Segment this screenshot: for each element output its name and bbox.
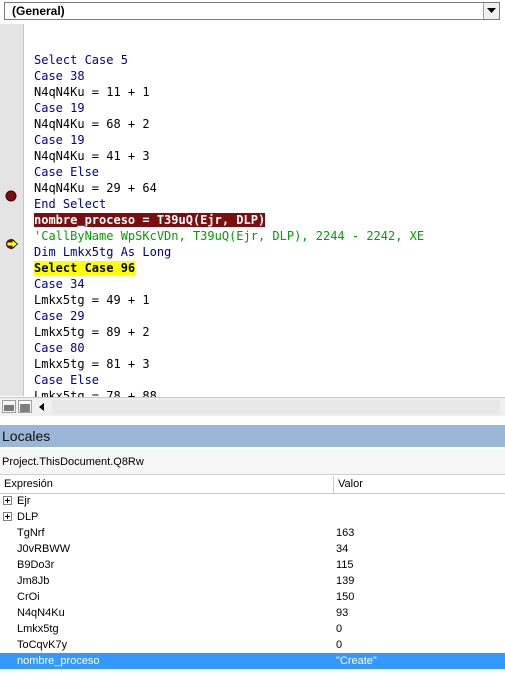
code-line[interactable]: N4qN4Ku = 41 + 3 xyxy=(34,148,150,164)
code-line-text: Lmkx5tg = 49 + 1 xyxy=(34,293,150,307)
code-line-text: Case 38 xyxy=(34,69,85,83)
horizontal-scrollbar[interactable] xyxy=(52,400,500,414)
locals-row[interactable]: nombre_proceso "Create" xyxy=(0,653,505,669)
code-line-text: Case 34 xyxy=(34,277,85,291)
code-line[interactable]: Select Case 96 xyxy=(34,260,136,276)
code-line[interactable]: Lmkx5tg = 81 + 3 xyxy=(34,356,150,372)
locals-row-value: 139 xyxy=(336,575,355,587)
code-line-text: Select Case 5 xyxy=(34,53,128,67)
code-line-text: N4qN4Ku = 41 + 3 xyxy=(34,149,150,163)
code-line[interactable]: Case 34 xyxy=(34,276,85,292)
locals-row-value: 0 xyxy=(336,639,343,651)
locals-header: Expresión Valor xyxy=(0,476,505,494)
locals-row[interactable]: CrOi 150 xyxy=(0,589,505,605)
locals-row-value: "Create" xyxy=(336,655,377,667)
code-line[interactable]: Case 19 xyxy=(34,132,85,148)
code-line[interactable]: N4qN4Ku = 29 + 64 xyxy=(34,180,157,196)
code-line-text: N4qN4Ku = 68 + 2 xyxy=(34,117,150,131)
code-line[interactable]: N4qN4Ku = 68 + 2 xyxy=(34,116,150,132)
code-line[interactable]: Case Else xyxy=(34,164,99,180)
code-line[interactable]: Lmkx5tg = 49 + 1 xyxy=(34,292,150,308)
locals-row[interactable]: TgNrf 163 xyxy=(0,525,505,541)
code-line[interactable]: N4qN4Ku = 11 + 1 xyxy=(34,84,150,100)
locals-row-name: ToCqvK7y xyxy=(17,639,68,651)
execution-arrow-icon xyxy=(6,238,19,250)
code-line-text: End Select xyxy=(34,197,107,211)
procedure-dropdown-value: (General) xyxy=(12,4,65,18)
locals-row[interactable]: DLP xyxy=(0,509,505,525)
chevron-down-icon xyxy=(487,8,496,13)
code-line-text: Case 80 xyxy=(34,341,85,355)
full-module-view-icon xyxy=(20,404,30,412)
code-line-text: Case 19 xyxy=(34,133,85,147)
code-line[interactable]: Case 29 xyxy=(34,308,85,324)
code-line-text: Select Case 96 xyxy=(34,261,136,275)
code-line-text: nombre_proceso = T39uQ(Ejr, DLP) xyxy=(34,213,266,227)
code-line-text: Case Else xyxy=(34,165,100,179)
locals-row-value: 34 xyxy=(336,543,349,555)
locals-row-name: TgNrf xyxy=(17,527,45,539)
locals-row-name: Jm8Jb xyxy=(17,575,50,587)
code-line[interactable]: End Select xyxy=(34,196,106,212)
locals-row-value: 115 xyxy=(336,559,354,571)
code-line-text: Lmkx5tg = 81 + 3 xyxy=(34,357,150,371)
code-line-text: Case 19 xyxy=(34,101,85,115)
procedure-view-icon xyxy=(4,405,14,411)
code-line[interactable]: 'CallByName WpSKcVDn, T39uQ(Ejr, DLP), 2… xyxy=(34,228,424,244)
locals-row[interactable]: N4qN4Ku 93 xyxy=(0,605,505,621)
margin-indicator-bar[interactable] xyxy=(0,24,24,396)
code-line[interactable]: Dim Lmkx5tg As Long xyxy=(34,244,171,260)
code-line-text: Dim Lmkx5tg As Long xyxy=(34,245,172,259)
locals-row-value: 150 xyxy=(336,591,355,603)
locals-window-title: Locales xyxy=(0,425,505,447)
code-line-text: N4qN4Ku = 29 + 64 xyxy=(34,181,157,195)
code-line[interactable]: nombre_proceso = T39uQ(Ejr, DLP) xyxy=(34,212,266,228)
code-line-text: Case Else xyxy=(34,373,100,387)
locals-row[interactable]: J0vRBWW 34 xyxy=(0,541,505,557)
expand-icon[interactable] xyxy=(3,512,12,521)
locals-row-value: 93 xyxy=(336,607,349,619)
code-line-text: Lmkx5tg = 89 + 2 xyxy=(34,325,150,339)
code-bottom-bar xyxy=(0,397,505,416)
locals-row-name: N4qN4Ku xyxy=(17,607,65,619)
locals-row-name: nombre_proceso xyxy=(17,655,100,667)
locals-row-name: CrOi xyxy=(17,591,40,603)
locals-row[interactable]: Jm8Jb 139 xyxy=(0,573,505,589)
locals-row-name: J0vRBWW xyxy=(17,543,71,555)
procedure-dropdown[interactable]: (General) xyxy=(4,2,500,20)
locals-context: Project.ThisDocument.Q8Rw xyxy=(0,449,505,475)
locals-row[interactable]: Ejr xyxy=(0,493,505,509)
full-module-view-button[interactable] xyxy=(18,400,32,413)
code-line[interactable]: Select Case 5 xyxy=(34,52,128,68)
locals-row[interactable]: ToCqvK7y 0 xyxy=(0,637,505,653)
locals-row-name: B9Do3r xyxy=(17,559,55,571)
locals-row-name: DLP xyxy=(17,511,39,523)
locals-row-value: 163 xyxy=(336,527,355,539)
procedure-view-button[interactable] xyxy=(2,400,16,413)
code-line[interactable]: Case Else xyxy=(34,372,99,388)
column-value-header[interactable]: Valor xyxy=(338,478,363,490)
locals-row-name: Lmkx5tg xyxy=(17,623,59,635)
locals-row-value: 0 xyxy=(336,623,343,635)
code-line-text: N4qN4Ku = 11 + 1 xyxy=(34,85,150,99)
locals-row[interactable]: B9Do3r 115 xyxy=(0,557,505,573)
code-line[interactable]: Case 38 xyxy=(34,68,85,84)
code-line[interactable]: Case 19 xyxy=(34,100,85,116)
code-line[interactable]: Lmkx5tg = 89 + 2 xyxy=(34,324,150,340)
code-line-text: 'CallByName WpSKcVDn, T39uQ(Ejr, DLP), 2… xyxy=(34,229,425,243)
code-line[interactable]: Case 80 xyxy=(34,340,85,356)
scroll-left-arrow-icon[interactable] xyxy=(36,401,48,413)
breakpoint-dot-icon[interactable] xyxy=(5,190,17,202)
dropdown-button[interactable] xyxy=(483,3,499,19)
column-expression-header[interactable]: Expresión xyxy=(4,478,53,490)
expand-icon[interactable] xyxy=(3,496,12,505)
locals-row[interactable]: Lmkx5tg 0 xyxy=(0,621,505,637)
column-divider[interactable] xyxy=(333,476,334,493)
locals-row-name: Ejr xyxy=(17,495,31,507)
code-window[interactable]: Select Case 5 Case 38 N4qN4Ku = 11 + 1 Case… xyxy=(0,24,505,419)
code-line-text: Case 29 xyxy=(34,309,85,323)
